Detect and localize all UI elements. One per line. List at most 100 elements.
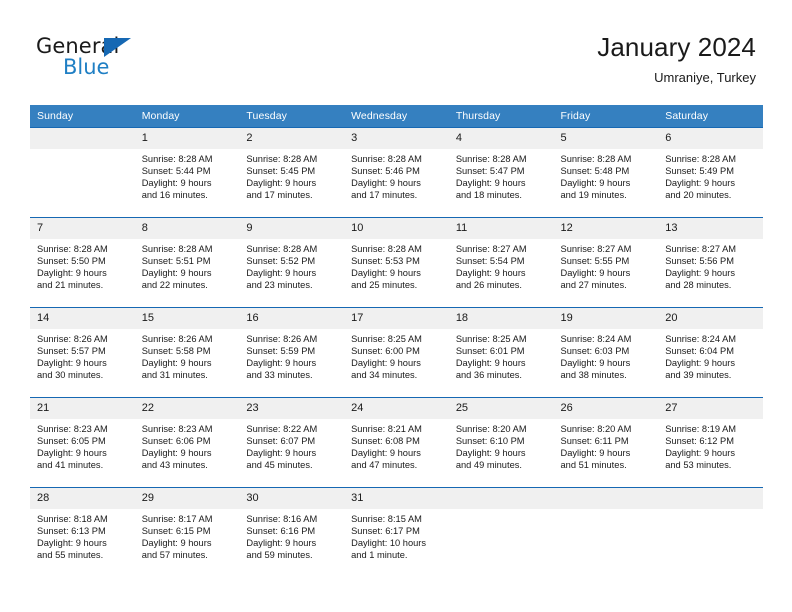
day-number: 29 <box>134 488 240 509</box>
daylight-text-line2: and 33 minutes. <box>246 370 313 381</box>
day-details: Sunrise: 8:17 AM Sunset: 6:15 PM Dayligh… <box>135 509 240 561</box>
daylight-text-line2: and 53 minutes. <box>665 460 732 471</box>
daylight-text-line1: Daylight: 9 hours <box>455 178 526 189</box>
day-cell[interactable]: 7 Sunrise: 8:28 AM Sunset: 5:50 PM Dayli… <box>30 217 135 308</box>
day-number: 6 <box>658 128 763 149</box>
day-cell[interactable]: 1 Sunrise: 8:28 AM Sunset: 5:44 PM Dayli… <box>134 127 240 218</box>
day-cell[interactable]: 21 Sunrise: 8:23 AM Sunset: 6:05 PM Dayl… <box>30 397 135 488</box>
daylight-text-line1: Daylight: 9 hours <box>560 178 631 189</box>
day-details: Sunrise: 8:28 AM Sunset: 5:50 PM Dayligh… <box>30 239 135 291</box>
day-number: 20 <box>658 308 763 329</box>
daylight-text-line1: Daylight: 9 hours <box>246 538 317 549</box>
day-details <box>658 509 763 513</box>
daylight-text-line2: and 47 minutes. <box>351 460 418 471</box>
day-number: 16 <box>239 308 345 329</box>
day-cell[interactable]: 6 Sunrise: 8:28 AM Sunset: 5:49 PM Dayli… <box>658 127 763 218</box>
day-details: Sunrise: 8:28 AM Sunset: 5:51 PM Dayligh… <box>135 239 240 291</box>
day-cell[interactable]: 29 Sunrise: 8:17 AM Sunset: 6:15 PM Dayl… <box>134 487 240 577</box>
day-details: Sunrise: 8:24 AM Sunset: 6:03 PM Dayligh… <box>554 329 659 381</box>
daylight-text-line1: Daylight: 9 hours <box>560 358 631 369</box>
day-cell[interactable]: 9 Sunrise: 8:28 AM Sunset: 5:52 PM Dayli… <box>239 217 345 308</box>
sunset-text: Sunset: 6:15 PM <box>141 526 211 537</box>
daylight-text-line1: Daylight: 9 hours <box>141 538 212 549</box>
daylight-text-line2: and 22 minutes. <box>141 280 208 291</box>
day-details: Sunrise: 8:19 AM Sunset: 6:12 PM Dayligh… <box>658 419 763 471</box>
day-cell[interactable]: 12 Sunrise: 8:27 AM Sunset: 5:55 PM Dayl… <box>553 217 659 308</box>
day-cell[interactable]: 20 Sunrise: 8:24 AM Sunset: 6:04 PM Dayl… <box>658 307 763 398</box>
day-details: Sunrise: 8:24 AM Sunset: 6:04 PM Dayligh… <box>658 329 763 381</box>
sunset-text: Sunset: 5:54 PM <box>455 256 525 267</box>
daylight-text-line1: Daylight: 9 hours <box>141 448 212 459</box>
weekday-header-monday: Monday <box>134 105 240 128</box>
day-number: 17 <box>344 308 449 329</box>
day-number: 13 <box>658 218 763 239</box>
day-cell[interactable]: 5 Sunrise: 8:28 AM Sunset: 5:48 PM Dayli… <box>553 127 659 218</box>
day-details: Sunrise: 8:15 AM Sunset: 6:17 PM Dayligh… <box>344 509 449 561</box>
day-details <box>30 149 135 153</box>
day-cell[interactable]: 2 Sunrise: 8:28 AM Sunset: 5:45 PM Dayli… <box>239 127 345 218</box>
sunset-text: Sunset: 6:17 PM <box>351 526 420 537</box>
day-cell[interactable] <box>30 127 135 218</box>
daylight-text-line1: Daylight: 9 hours <box>351 268 421 279</box>
sunset-text: Sunset: 6:03 PM <box>560 346 630 357</box>
day-cell[interactable]: 15 Sunrise: 8:26 AM Sunset: 5:58 PM Dayl… <box>134 307 240 398</box>
sunset-text: Sunset: 5:59 PM <box>246 346 316 357</box>
daylight-text-line2: and 38 minutes. <box>560 370 627 381</box>
sunset-text: Sunset: 5:53 PM <box>351 256 420 267</box>
day-cell[interactable]: 25 Sunrise: 8:20 AM Sunset: 6:10 PM Dayl… <box>448 397 554 488</box>
day-cell[interactable]: 13 Sunrise: 8:27 AM Sunset: 5:56 PM Dayl… <box>658 217 763 308</box>
day-cell[interactable]: 10 Sunrise: 8:28 AM Sunset: 5:53 PM Dayl… <box>344 217 449 308</box>
day-number: 1 <box>134 128 240 149</box>
sunrise-text: Sunrise: 8:28 AM <box>246 244 318 254</box>
day-cell[interactable]: 4 Sunrise: 8:28 AM Sunset: 5:47 PM Dayli… <box>448 127 554 218</box>
day-cell[interactable]: 19 Sunrise: 8:24 AM Sunset: 6:03 PM Dayl… <box>553 307 659 398</box>
day-number: 2 <box>239 128 345 149</box>
day-cell[interactable]: 24 Sunrise: 8:21 AM Sunset: 6:08 PM Dayl… <box>344 397 449 488</box>
day-cell[interactable]: 17 Sunrise: 8:25 AM Sunset: 6:00 PM Dayl… <box>344 307 449 398</box>
daylight-text-line1: Daylight: 9 hours <box>141 358 212 369</box>
day-cell[interactable] <box>553 487 659 577</box>
day-details: Sunrise: 8:28 AM Sunset: 5:49 PM Dayligh… <box>658 149 763 201</box>
day-cell[interactable]: 8 Sunrise: 8:28 AM Sunset: 5:51 PM Dayli… <box>134 217 240 308</box>
daylight-text-line2: and 49 minutes. <box>455 460 522 471</box>
day-cell[interactable]: 30 Sunrise: 8:16 AM Sunset: 6:16 PM Dayl… <box>239 487 345 577</box>
day-details: Sunrise: 8:28 AM Sunset: 5:44 PM Dayligh… <box>135 149 240 201</box>
day-number: 21 <box>30 398 135 419</box>
day-cell[interactable]: 26 Sunrise: 8:20 AM Sunset: 6:11 PM Dayl… <box>553 397 659 488</box>
sunrise-text: Sunrise: 8:28 AM <box>246 154 318 164</box>
sunrise-text: Sunrise: 8:26 AM <box>141 334 213 344</box>
day-number: 3 <box>344 128 449 149</box>
sunset-text: Sunset: 5:56 PM <box>665 256 734 267</box>
calendar-week-row: 21 Sunrise: 8:23 AM Sunset: 6:05 PM Dayl… <box>30 397 763 488</box>
weekday-header-tuesday: Tuesday <box>239 105 345 128</box>
day-cell[interactable]: 28 Sunrise: 8:18 AM Sunset: 6:13 PM Dayl… <box>30 487 135 577</box>
day-cell[interactable]: 11 Sunrise: 8:27 AM Sunset: 5:54 PM Dayl… <box>448 217 554 308</box>
daylight-text-line1: Daylight: 9 hours <box>351 448 421 459</box>
daylight-text-line2: and 27 minutes. <box>560 280 627 291</box>
day-details: Sunrise: 8:28 AM Sunset: 5:45 PM Dayligh… <box>239 149 344 201</box>
sunset-text: Sunset: 6:13 PM <box>37 526 106 537</box>
day-cell[interactable]: 23 Sunrise: 8:22 AM Sunset: 6:07 PM Dayl… <box>239 397 345 488</box>
daylight-text-line2: and 31 minutes. <box>141 370 208 381</box>
daylight-text-line2: and 18 minutes. <box>455 190 522 201</box>
day-cell[interactable]: 22 Sunrise: 8:23 AM Sunset: 6:06 PM Dayl… <box>134 397 240 488</box>
sunset-text: Sunset: 6:11 PM <box>560 436 629 447</box>
day-cell[interactable]: 3 Sunrise: 8:28 AM Sunset: 5:46 PM Dayli… <box>344 127 449 218</box>
page-title: January 2024 <box>597 32 756 62</box>
day-cell[interactable]: 18 Sunrise: 8:25 AM Sunset: 6:01 PM Dayl… <box>448 307 554 398</box>
day-cell[interactable] <box>448 487 554 577</box>
day-number: 19 <box>553 308 659 329</box>
calendar-table: Sunday Monday Tuesday Wednesday Thursday… <box>30 105 763 577</box>
day-cell[interactable]: 14 Sunrise: 8:26 AM Sunset: 5:57 PM Dayl… <box>30 307 135 398</box>
day-cell[interactable] <box>658 487 763 577</box>
day-cell[interactable]: 16 Sunrise: 8:26 AM Sunset: 5:59 PM Dayl… <box>239 307 345 398</box>
day-cell[interactable]: 31 Sunrise: 8:15 AM Sunset: 6:17 PM Dayl… <box>344 487 449 577</box>
day-number: 25 <box>448 398 554 419</box>
day-cell[interactable]: 27 Sunrise: 8:19 AM Sunset: 6:12 PM Dayl… <box>658 397 763 488</box>
sunset-text: Sunset: 5:46 PM <box>351 166 420 177</box>
general-blue-logo[interactable]: General Blue <box>36 34 216 90</box>
day-details: Sunrise: 8:27 AM Sunset: 5:56 PM Dayligh… <box>658 239 763 291</box>
sunrise-text: Sunrise: 8:28 AM <box>560 154 632 164</box>
day-number: 28 <box>30 488 135 509</box>
day-details: Sunrise: 8:28 AM Sunset: 5:53 PM Dayligh… <box>344 239 449 291</box>
